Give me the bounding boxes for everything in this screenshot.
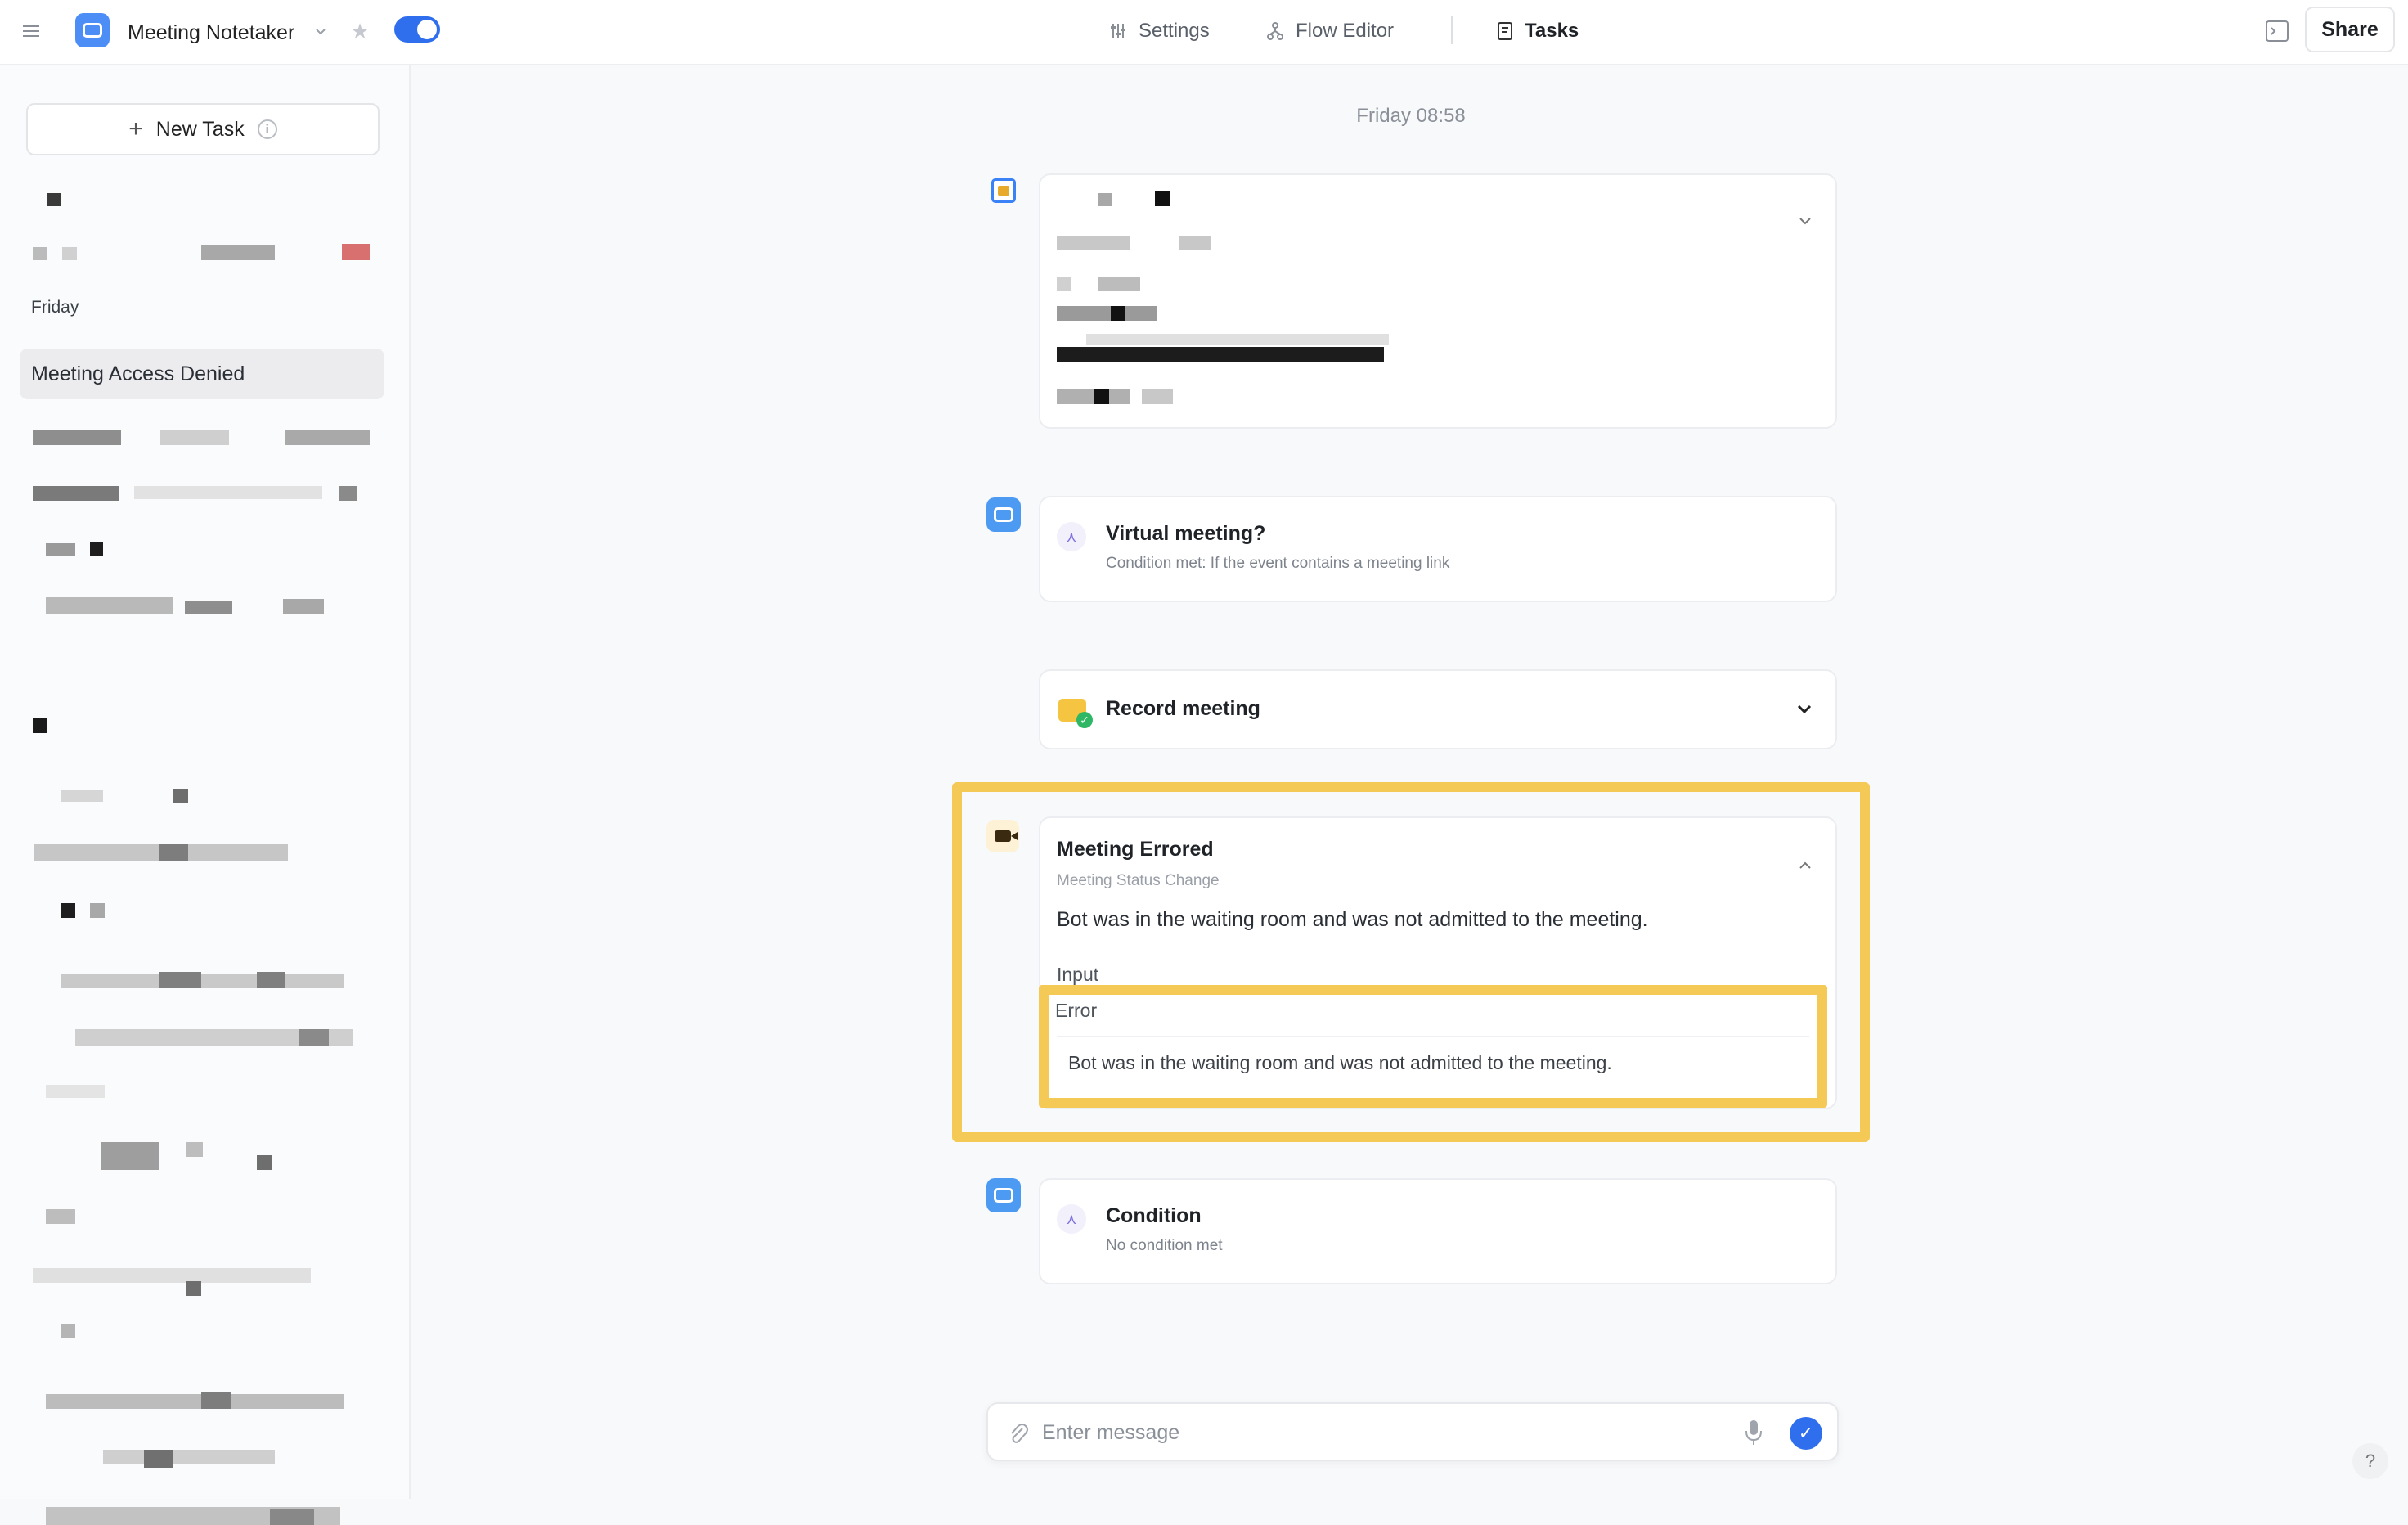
divider <box>1057 1036 1809 1037</box>
app-step-icon <box>986 497 1021 532</box>
chevron-up-icon[interactable] <box>1798 861 1813 870</box>
step-title: Meeting Errored <box>1057 838 1214 861</box>
info-icon[interactable]: i <box>257 119 277 139</box>
nav-flow-editor-label: Flow Editor <box>1296 20 1395 42</box>
star-icon[interactable]: ★ <box>347 16 373 46</box>
chevron-down-icon[interactable] <box>1796 704 1813 715</box>
day-group-label: Friday <box>31 298 79 317</box>
record-meeting-card[interactable]: ✓ Record meeting <box>1039 669 1837 749</box>
condition-card-virtual[interactable]: ⋏ Virtual meeting? Condition met: If the… <box>1039 496 1837 602</box>
input-label: Input <box>1057 964 1099 985</box>
help-button[interactable]: ? <box>2352 1443 2388 1479</box>
nav-settings[interactable]: Settings <box>1109 15 1210 47</box>
message-composer: ✓ <box>986 1402 1839 1461</box>
paperclip-icon[interactable] <box>1006 1420 1029 1445</box>
video-camera-icon <box>986 820 1019 852</box>
chat-timestamp: Friday 08:58 <box>1356 105 1466 127</box>
app-title[interactable]: Meeting Notetaker <box>128 16 294 49</box>
nav-flow-editor[interactable]: Flow Editor <box>1266 15 1394 47</box>
new-task-label: New Task <box>155 117 245 141</box>
microphone-icon[interactable] <box>1744 1419 1763 1446</box>
tasks-icon <box>1498 22 1512 40</box>
terminal-icon[interactable] <box>2262 16 2292 46</box>
message-input[interactable] <box>1040 1412 1665 1453</box>
condition-card[interactable]: ⋏ Condition No condition met <box>1039 1178 1837 1284</box>
error-label: Error <box>1055 1000 1098 1021</box>
send-icon[interactable]: ✓ <box>1790 1417 1822 1450</box>
new-task-button[interactable]: + New Task i <box>26 103 380 155</box>
calendar-event-card[interactable] <box>1039 173 1837 429</box>
enable-toggle[interactable] <box>394 16 440 43</box>
chevron-down-icon[interactable] <box>1798 216 1813 226</box>
app-logo-icon <box>75 13 110 47</box>
app-step-icon <box>986 1178 1021 1212</box>
calendar-icon <box>991 178 1016 203</box>
error-panel <box>1057 1003 1809 1090</box>
condition-icon: ⋏ <box>1057 1204 1086 1234</box>
sidebar: + New Task i Friday Meeting Access Denie… <box>0 65 411 1525</box>
step-subtitle: Condition met: If the event contains a m… <box>1106 555 1450 572</box>
nav-divider <box>1451 16 1453 44</box>
chevron-down-icon[interactable] <box>311 20 330 44</box>
sliders-icon <box>1111 24 1125 38</box>
nav-tasks-label: Tasks <box>1525 20 1579 42</box>
plus-icon: + <box>128 115 143 142</box>
step-subtitle: No condition met <box>1106 1237 1223 1254</box>
step-title: Condition <box>1106 1204 1202 1227</box>
condition-icon: ⋏ <box>1057 522 1086 551</box>
flow-icon <box>1267 22 1283 40</box>
task-item-active[interactable]: Meeting Access Denied <box>20 349 384 399</box>
nav-tasks[interactable]: Tasks <box>1497 15 1579 47</box>
share-button[interactable]: Share <box>2305 7 2395 52</box>
record-icon: ✓ <box>1058 699 1093 728</box>
step-subtitle: Meeting Status Change <box>1057 872 1220 889</box>
error-message: Bot was in the waiting room and was not … <box>1068 1052 1612 1073</box>
step-title: Record meeting <box>1106 697 1260 720</box>
menu-icon[interactable] <box>15 15 47 47</box>
top-bar: Meeting Notetaker ★ Settings Flow Editor… <box>0 0 2408 65</box>
nav-settings-label: Settings <box>1139 20 1210 42</box>
step-title: Virtual meeting? <box>1106 522 1266 545</box>
step-message: Bot was in the waiting room and was not … <box>1057 908 1648 931</box>
